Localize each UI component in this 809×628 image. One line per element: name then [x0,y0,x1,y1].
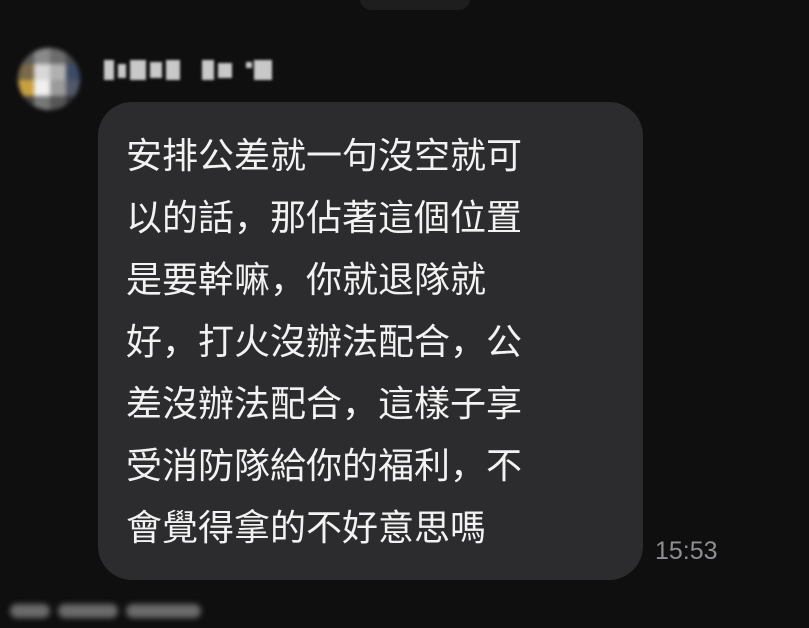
message-line: 受消防隊給你的福利，不 [126,446,523,487]
message-line: 差沒辦法配合，這樣子享 [126,384,523,425]
message-text: 安排公差就一句沒空就可 以的話，那佔著這個位置 是要幹嘛，你就退隊就 好，打火沒… [126,126,623,560]
blurred-header-element [360,0,470,10]
message-timestamp: 15:53 [655,537,718,565]
message-line: 是要幹嘛，你就退隊就 [126,260,487,301]
sender-name-blurred [104,58,274,82]
message-line: 會覺得拿的不好意思嗎 [126,508,487,549]
sender-avatar[interactable] [18,48,80,110]
message-line: 以的話，那佔著這個位置 [126,198,523,239]
chat-screen: 安排公差就一句沒空就可 以的話，那佔著這個位置 是要幹嘛，你就退隊就 好，打火沒… [0,0,809,628]
message-line: 安排公差就一句沒空就可 [126,136,523,177]
message-line: 好，打火沒辦法配合，公 [126,322,523,363]
message-bubble[interactable]: 安排公差就一句沒空就可 以的話，那佔著這個位置 是要幹嘛，你就退隊就 好，打火沒… [98,102,643,580]
blurred-next-message [0,596,215,628]
